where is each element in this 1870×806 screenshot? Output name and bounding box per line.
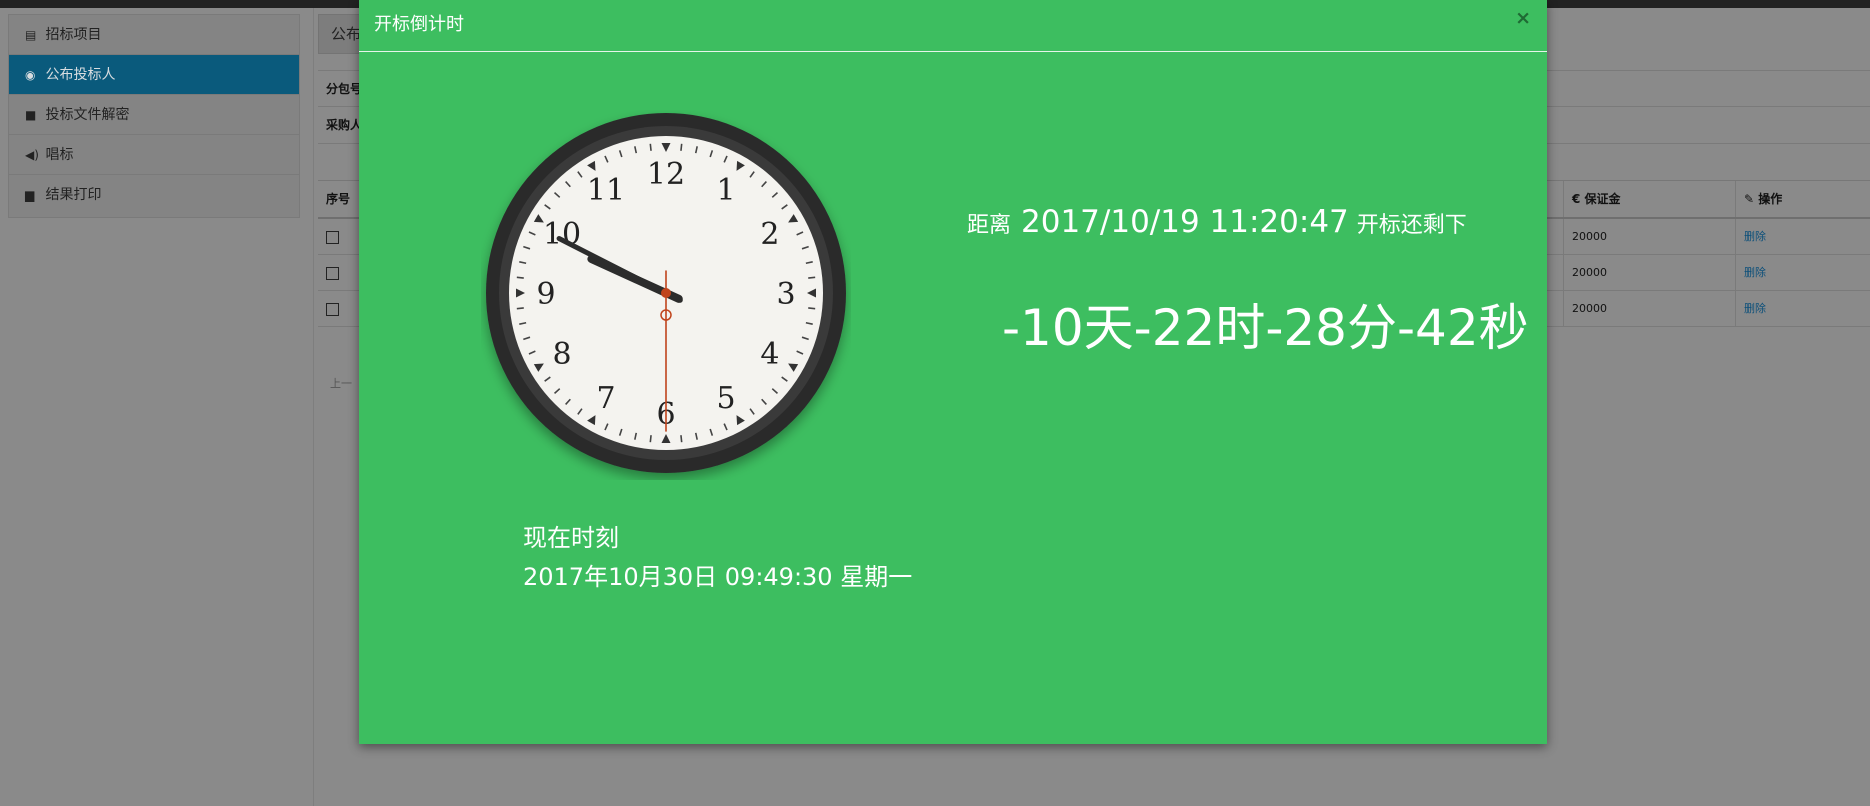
countdown-remaining: -10天-22时-28分-42秒 [1002,299,1529,357]
current-time-value: 2017年10月30日 09:49:30 星期一 [523,563,913,591]
minute-tick [680,435,683,443]
clock-center-pin [661,288,671,298]
print-icon: ▆ [25,188,35,202]
sidebar-item-label: 投标文件解密 [45,107,130,123]
deposit-value: 20000 [1572,302,1607,315]
column-header-index: 序号 [326,192,351,206]
clock-numeral: 1 [716,173,735,208]
clock-numeral: 7 [596,381,615,416]
current-time-label: 现在时刻 [523,524,619,552]
sidebar-item-label: 招标项目 [45,27,102,43]
minute-tick [808,307,816,310]
sidebar: ▤ 招标项目 ◉ 公布投标人 ■ 投标文件解密 ◀) 唱标 ▆ 结果打印 [8,14,300,218]
clock-numeral: 5 [716,381,735,416]
column-header-action: ✎ 操作 [1744,192,1783,206]
modal-header-divider [359,51,1547,52]
minute-tick [680,143,683,151]
list-icon: ▤ [25,28,37,42]
analog-clock: 12 1234567891011 [486,113,846,473]
minute-tick [649,143,652,151]
row-checkbox[interactable] [326,302,339,316]
wrench-icon: ✎ [1744,192,1755,206]
sidebar-item-label: 结果打印 [45,187,102,203]
deposit-value: 20000 [1572,230,1607,243]
target-prefix: 距离 [967,213,1012,238]
delete-link[interactable]: 删除 [1744,255,1766,290]
clock-numeral: 3 [776,277,795,312]
minute-tick [516,276,524,279]
delete-link[interactable]: 删除 [1744,219,1766,254]
clock-numeral: 11 [587,173,625,208]
lock-icon: ■ [25,108,37,122]
row-checkbox[interactable] [326,266,339,280]
pagination-prev[interactable]: 上一 [330,375,352,391]
close-icon[interactable]: × [1515,7,1531,29]
sidebar-item-publish-bidders[interactable]: ◉ 公布投标人 [9,55,299,95]
deposit-value: 20000 [1572,266,1607,279]
clock-numeral: 9 [536,277,555,312]
delete-link[interactable]: 删除 [1744,291,1766,326]
modal-title: 开标倒计时 [374,14,464,35]
minute-tick [808,276,816,279]
minute-tick [516,307,524,310]
clock-numeral: 12 [647,157,685,192]
column-header-deposit: € 保证金 [1572,192,1621,206]
target-time-line: 距离 2017/10/19 11:20:47 开标还剩下 [967,204,1467,240]
clock-numeral: 8 [553,337,572,372]
play-circle-icon: ◉ [25,68,36,82]
sidebar-item-print-results[interactable]: ▆ 结果打印 [9,175,299,215]
row-checkbox[interactable] [326,230,339,244]
sidebar-item-decrypt-files[interactable]: ■ 投标文件解密 [9,95,299,135]
sidebar-item-bid-reading[interactable]: ◀) 唱标 [9,135,299,175]
countdown-modal: 开标倒计时 × 12 1 2 3 4 5 6 7 8 9 10 11 距离 2017/10/19 11:… [359,0,1547,744]
target-datetime: 2017/10/19 11:20:47 [1021,204,1349,240]
clock-numeral: 2 [760,217,779,252]
sidebar-item-label: 公布投标人 [45,67,116,83]
volume-icon: ◀) [25,148,39,162]
minute-tick [649,435,652,443]
sidebar-item-label: 唱标 [45,147,74,163]
target-suffix: 开标还剩下 [1356,213,1467,238]
sidebar-item-bid-project[interactable]: ▤ 招标项目 [9,15,299,55]
clock-numeral: 4 [760,337,779,372]
sidebar-divider [313,8,314,806]
